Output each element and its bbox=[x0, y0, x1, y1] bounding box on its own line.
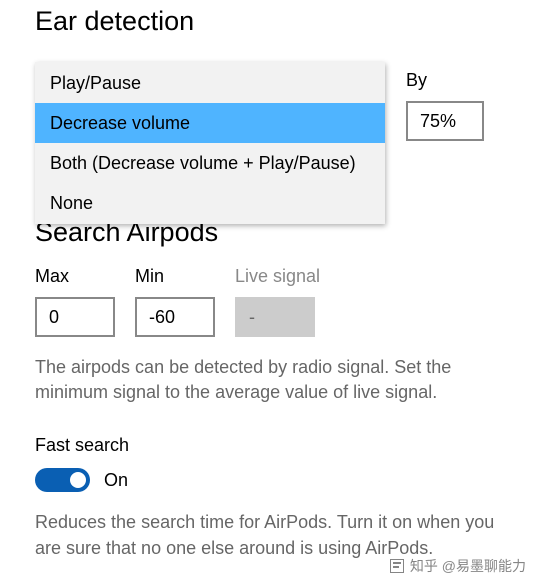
fast-search-label: Fast search bbox=[35, 435, 501, 456]
by-field: By 75% bbox=[406, 70, 484, 141]
dropdown-item[interactable]: Decrease volume bbox=[35, 103, 385, 143]
watermark: 知乎 @易墨聊能力 bbox=[390, 556, 526, 576]
dropdown-item[interactable]: Play/Pause bbox=[35, 63, 385, 103]
fast-search-toggle[interactable] bbox=[35, 468, 90, 492]
ear-detection-heading: Ear detection bbox=[35, 6, 501, 37]
by-input[interactable]: 75% bbox=[406, 101, 484, 141]
max-label: Max bbox=[35, 266, 115, 287]
max-field: Max 0 bbox=[35, 266, 115, 337]
live-signal-value: - bbox=[235, 297, 315, 337]
min-label: Min bbox=[135, 266, 215, 287]
max-input[interactable]: 0 bbox=[35, 297, 115, 337]
by-label: By bbox=[406, 70, 484, 91]
dropdown-item[interactable]: Both (Decrease volume + Play/Pause) bbox=[35, 143, 385, 183]
min-input[interactable]: -60 bbox=[135, 297, 215, 337]
live-signal-label: Live signal bbox=[235, 266, 320, 287]
live-signal-field: Live signal - bbox=[235, 266, 320, 337]
fast-search-state: On bbox=[104, 470, 128, 491]
watermark-text: 知乎 @易墨聊能力 bbox=[410, 556, 526, 576]
zhihu-icon bbox=[390, 559, 404, 573]
min-field: Min -60 bbox=[135, 266, 215, 337]
fast-search-description: Reduces the search time for AirPods. Tur… bbox=[35, 510, 501, 560]
search-description: The airpods can be detected by radio sig… bbox=[35, 355, 501, 405]
dropdown-item[interactable]: None bbox=[35, 183, 385, 223]
ear-detection-dropdown[interactable]: Play/PauseDecrease volumeBoth (Decrease … bbox=[35, 62, 385, 224]
